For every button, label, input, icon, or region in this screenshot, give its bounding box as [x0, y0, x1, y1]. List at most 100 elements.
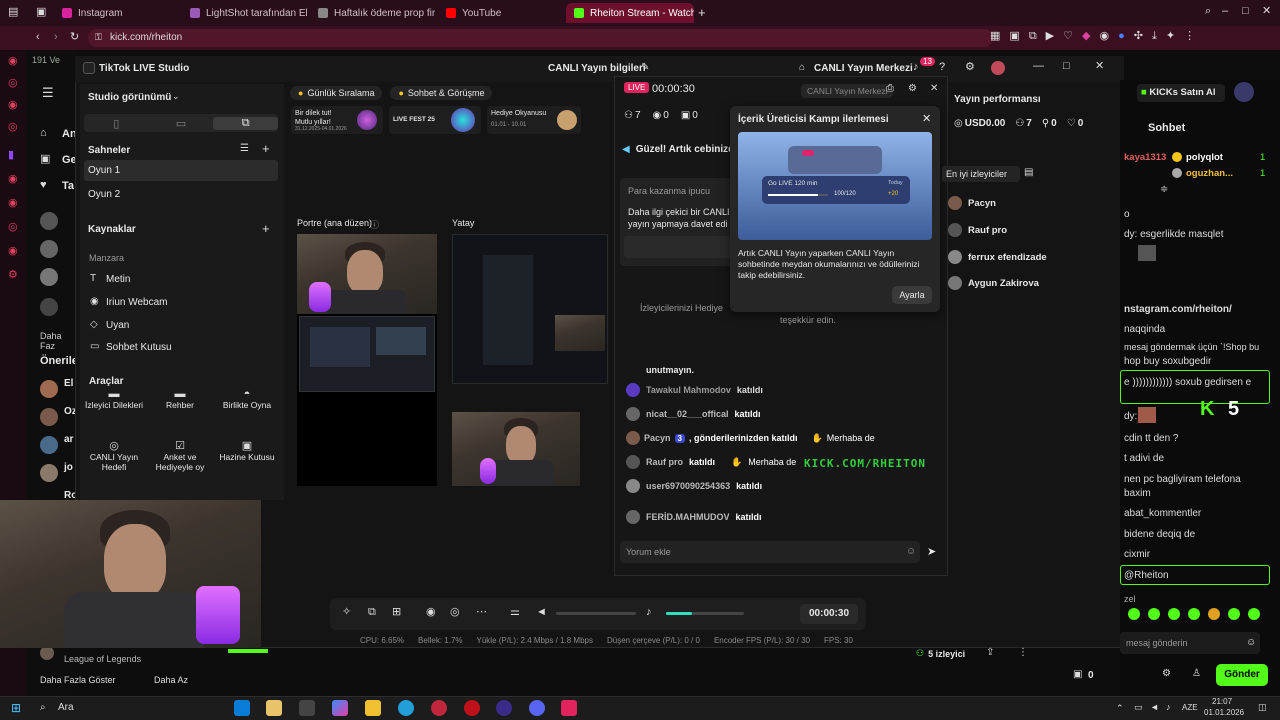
buy-kicks-button[interactable]: ■ KICKs Satın Al [1137, 84, 1225, 102]
tool-guide[interactable]: ▬ Rehber [150, 389, 210, 433]
avatar[interactable] [40, 212, 58, 230]
bell-icon[interactable]: ♪ [913, 62, 919, 73]
tab-list-icon[interactable]: ▤ [8, 7, 18, 18]
rail-icon[interactable]: ◎ [8, 122, 18, 133]
chat-input[interactable]: mesaj gönderin ☺ [1120, 632, 1260, 654]
clock-time[interactable]: 21:07 [1212, 697, 1232, 706]
banner-wish[interactable]: Bir dilek tut! Mutlu yıllar! 31.12.2025-… [291, 106, 383, 134]
home-icon[interactable]: ⌂ [799, 63, 805, 73]
app-icon[interactable] [299, 700, 315, 716]
tool-play-together[interactable]: ◓ Birlikte Oyna [216, 389, 278, 433]
telegram-icon[interactable] [398, 700, 414, 716]
settings-icon[interactable]: ⚙ [908, 84, 917, 94]
list-icon[interactable]: ☰ [240, 144, 249, 154]
rail-icon[interactable]: ◉ [8, 174, 18, 185]
app-icon[interactable] [431, 700, 447, 716]
forward-icon[interactable]: › [54, 32, 58, 43]
close-icon[interactable]: ✕ [922, 112, 931, 125]
help-icon[interactable]: ? [939, 62, 945, 73]
avatar[interactable] [991, 61, 1005, 75]
hamburger-icon[interactable]: ☰ [42, 86, 54, 99]
replay-icon[interactable]: ◎ [450, 607, 460, 618]
speaker-icon[interactable]: ◄ [536, 607, 547, 618]
emoji-icon[interactable]: ☺ [1246, 637, 1256, 648]
settings-icon[interactable]: ⚙ [1162, 669, 1171, 679]
recommended-name[interactable]: ar [64, 434, 73, 445]
heart-icon[interactable]: ♥ [40, 180, 47, 191]
send-icon[interactable]: ➤ [927, 545, 936, 558]
chat-row[interactable]: Rauf pro katıldı ✋ Merhaba de [626, 455, 796, 469]
avatar[interactable] [40, 646, 54, 660]
mixer-icon[interactable]: ⚌ [510, 607, 520, 618]
banner-live-fest[interactable]: LIVE FEST 25 [389, 106, 481, 134]
home-icon[interactable]: ⌂ [40, 128, 47, 139]
gifter-name[interactable]: polyqlot [1186, 152, 1223, 163]
menu-icon[interactable]: ⋮ [1184, 31, 1195, 42]
volume-icon[interactable]: ◄ [1150, 702, 1159, 712]
site-info-icon[interactable]: ⚿ [95, 33, 102, 42]
studio-view-dropdown[interactable]: Studio görünümü [88, 92, 171, 103]
edit-icon[interactable]: ✎ [641, 63, 649, 73]
close-icon[interactable]: ✕ [1095, 61, 1104, 72]
tab-youtube[interactable]: YouTube [438, 3, 563, 23]
rail-icon[interactable]: ◉ [8, 56, 18, 67]
browse-icon[interactable]: ▣ [40, 154, 50, 165]
avatar[interactable] [40, 298, 58, 316]
magic-icon[interactable]: ✧ [342, 607, 351, 618]
live-center-chip[interactable]: CANLI Yayın Merkezi [801, 84, 894, 98]
add-scene-icon[interactable]: + [262, 142, 270, 155]
info-icon[interactable]: ⓘ [370, 218, 379, 231]
tip-button[interactable] [624, 236, 734, 258]
explorer-icon[interactable] [266, 700, 282, 716]
tool-treasure-box[interactable]: ▣ Hazine Kutusu [216, 441, 278, 485]
rail-icon[interactable]: ◎ [8, 78, 18, 89]
extension-icon[interactable]: ▦ [990, 31, 1000, 42]
edge-icon[interactable] [234, 700, 250, 716]
chat-row[interactable]: FERİD.MAHMUDOV katıldı [626, 510, 762, 524]
minimize-icon[interactable]: – [1222, 6, 1228, 17]
close-window-icon[interactable]: ✕ [1262, 6, 1271, 17]
network-icon[interactable]: ▭ [1134, 702, 1143, 713]
mic-slider[interactable] [666, 612, 744, 615]
show-more-following[interactable]: Daha Faz [40, 331, 76, 351]
top-viewer-row[interactable]: Aygun Zakirova [948, 276, 1039, 290]
minimize-icon[interactable]: — [1033, 61, 1044, 72]
app-icon[interactable] [496, 700, 512, 716]
comment-input[interactable]: Yorum ekle ☺ [620, 541, 920, 563]
tiktok-studio-icon[interactable] [561, 700, 577, 716]
close-icon[interactable]: ✕ [930, 84, 938, 94]
emote-icon[interactable] [1148, 608, 1160, 620]
new-tab-icon[interactable]: + [698, 6, 706, 19]
search-tabs-icon[interactable]: ⌕ [1205, 6, 1211, 17]
emote-icon[interactable] [1188, 608, 1200, 620]
taskbar-search[interactable]: Ara [58, 702, 74, 713]
rail-icon[interactable]: ◉ [8, 100, 18, 111]
scene-item[interactable]: Oyun 2 [88, 189, 120, 200]
notification-icon[interactable]: ◫ [1258, 702, 1267, 713]
tool-live-goal[interactable]: ◎ CANLI Yayın Hedefi [84, 441, 144, 485]
avatar[interactable] [40, 408, 58, 426]
copilot-icon[interactable] [332, 700, 348, 716]
chat-call-chip[interactable]: ● Sohbet & Görüşme [390, 86, 493, 100]
puzzle-icon[interactable]: ✣ [1134, 31, 1143, 42]
avatar[interactable] [1234, 82, 1254, 102]
top-viewers-tab[interactable]: En iyi izleyiciler [942, 166, 1020, 182]
opera-icon[interactable] [464, 700, 480, 716]
rail-icon[interactable]: ◎ [8, 222, 18, 233]
maximize-icon[interactable]: □ [1063, 61, 1070, 72]
chat-row[interactable]: user6970090254363 katıldı [626, 479, 762, 493]
discord-icon[interactable] [529, 700, 545, 716]
recommended-name[interactable]: El [64, 378, 73, 389]
add-source-icon[interactable]: + [262, 222, 270, 235]
reload-icon[interactable]: ↻ [70, 32, 79, 43]
settings-icon[interactable]: ⚙ [965, 62, 975, 73]
play-icon[interactable]: ▶ [1046, 31, 1054, 42]
list-icon[interactable]: ▤ [1024, 168, 1033, 178]
nav-item-following[interactable]: Ta [62, 180, 74, 192]
lock-icon[interactable]: ⎙ [886, 84, 894, 94]
rail-icon[interactable]: ◉ [8, 198, 18, 209]
search-icon[interactable]: ⌕ [40, 702, 46, 713]
favorite-icon[interactable]: ♡ [1063, 31, 1073, 42]
tab-prop-firm[interactable]: Haftalık ödeme prop firma [310, 3, 435, 23]
user-icon[interactable]: ♙ [1192, 669, 1201, 679]
